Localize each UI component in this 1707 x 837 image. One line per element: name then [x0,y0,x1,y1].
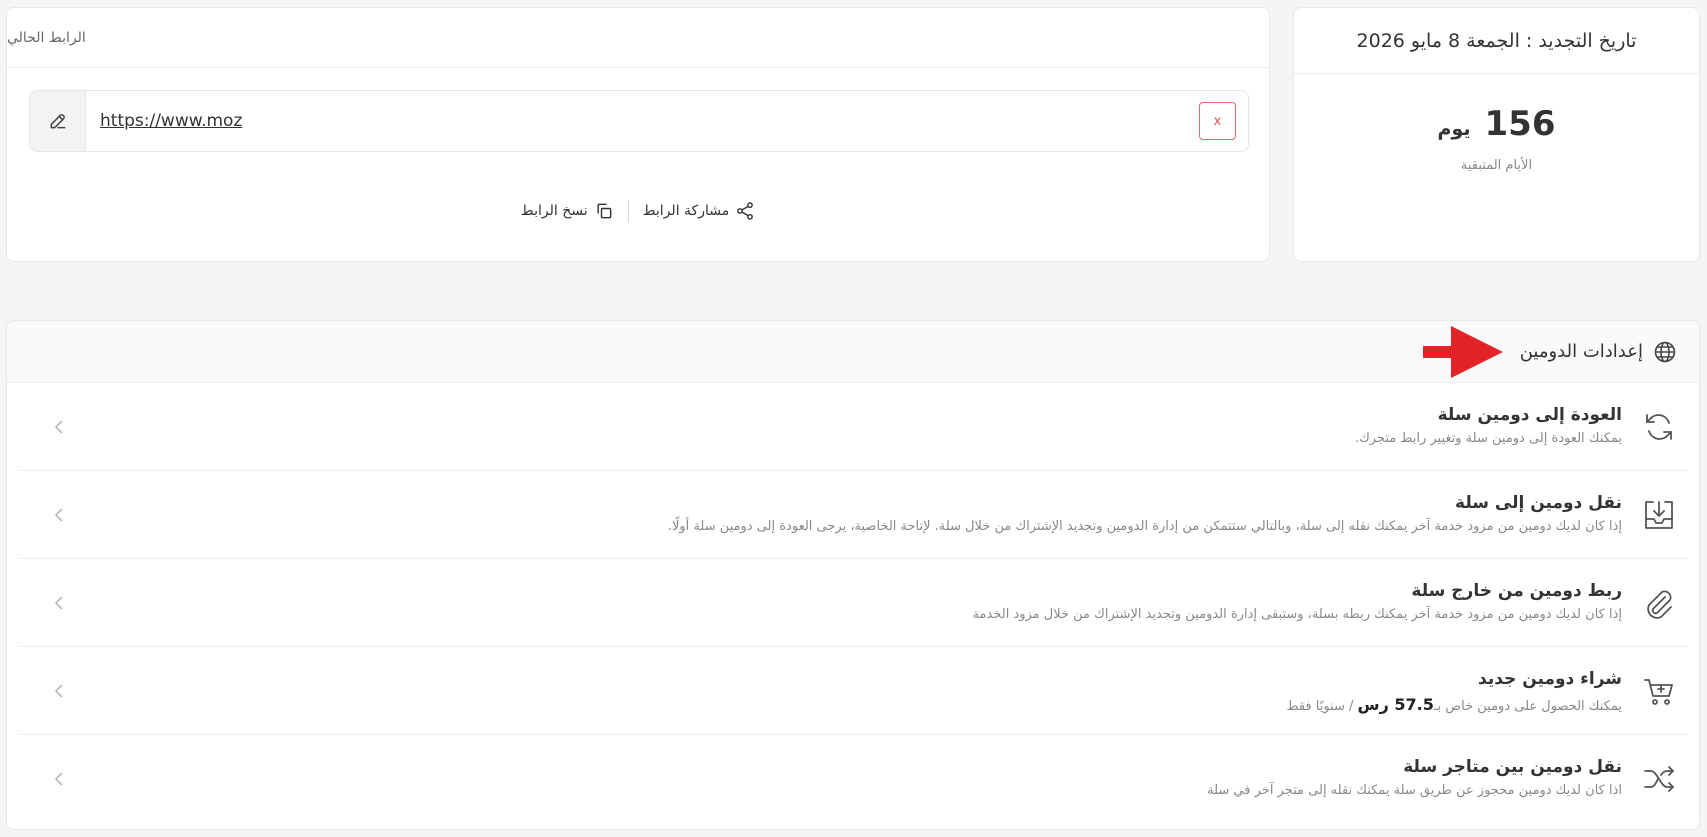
clear-link-button[interactable]: x [1199,102,1236,140]
copy-icon [594,201,614,221]
list-item-buy-new-domain[interactable]: شراء دومين جديد يمكنك الحصول على دومين خ… [18,647,1688,735]
item-description: اذا كان لديك دومين محجوز عن طريق سلة يمك… [1207,783,1622,798]
copy-link-label: نسخ الرابط [520,203,588,219]
description-prefix: يمكنك الحصول على دومين خاص بـ [1433,699,1622,714]
item-title: شراء دومين جديد [1478,669,1622,689]
red-arrow-icon [1423,326,1503,378]
list-item-transfer-between-stores[interactable]: نقل دومين بين متاجر سلة اذا كان لديك دوم… [18,735,1688,823]
copy-link-button[interactable]: نسخ الرابط [507,201,628,221]
current-link-title: الرابط الحالي [7,8,1269,68]
chevron-left-icon [54,683,64,699]
edit-link-button[interactable] [30,91,86,151]
share-icon [735,201,755,221]
renewal-card: تاريخ التجديد : الجمعة 8 مايو 2026 156 ي… [1293,7,1700,262]
pencil-icon [48,111,68,131]
current-url[interactable]: https://www.moz [100,111,242,131]
share-link-button[interactable]: مشاركة الرابط [629,201,770,221]
domain-settings-header: إعدادات الدومين [7,321,1699,383]
item-description: إذا كان لديك دومين من مزود خدمة آخر يمكن… [972,607,1622,622]
inbox-download-icon [1641,497,1677,533]
days-count: 156 [1484,104,1556,144]
list-item-transfer-domain-to-salla[interactable]: نقل دومين إلى سلة إذا كان لديك دومين من … [18,471,1688,559]
current-link-card: الرابط الحالي https://www.moz x مشاركة ا… [6,7,1270,262]
cart-add-icon [1641,673,1677,709]
chevron-left-icon [54,771,64,787]
chevron-left-icon [54,595,64,611]
share-link-label: مشاركة الرابط [642,203,730,219]
chevron-left-icon [54,507,64,523]
paperclip-icon [1641,585,1677,621]
price: 57.5 رس [1357,695,1434,714]
shuffle-icon [1641,761,1677,797]
item-title: نقل دومين إلى سلة [1455,493,1622,513]
list-item-connect-external-domain[interactable]: ربط دومين من خارج سلة إذا كان لديك دومين… [18,559,1688,647]
globe-icon [1653,340,1677,364]
remaining-days: 156 يوم [1294,104,1699,144]
item-title: نقل دومين بين متاجر سلة [1403,757,1622,777]
item-title: العودة إلى دومين سلة [1437,405,1622,425]
item-title: ربط دومين من خارج سلة [1411,581,1622,601]
refresh-icon [1641,409,1677,445]
item-description: يمكنك الحصول على دومين خاص بـ57.5 رس / س… [1286,695,1622,714]
renewal-date: تاريخ التجديد : الجمعة 8 مايو 2026 [1294,8,1699,74]
item-description: إذا كان لديك دومين من مزود خدمة آخر يمكن… [667,519,1622,534]
chevron-left-icon [54,419,64,435]
domain-settings-title: إعدادات الدومين [1519,341,1643,362]
domain-settings-panel: إعدادات الدومين العودة إلى دومين سلة يمك… [6,320,1700,830]
divider [627,200,629,222]
description-suffix: / سنويًا فقط [1286,699,1358,714]
days-unit: يوم [1437,118,1471,140]
list-item-revert-to-salla-domain[interactable]: العودة إلى دومين سلة يمكنك العودة إلى دو… [18,383,1688,471]
days-label: الأيام المتبقية [1460,158,1533,173]
item-description: يمكنك العودة إلى دومين سلة وتغيير رابط م… [1354,431,1622,446]
link-field: https://www.moz x [29,90,1249,152]
